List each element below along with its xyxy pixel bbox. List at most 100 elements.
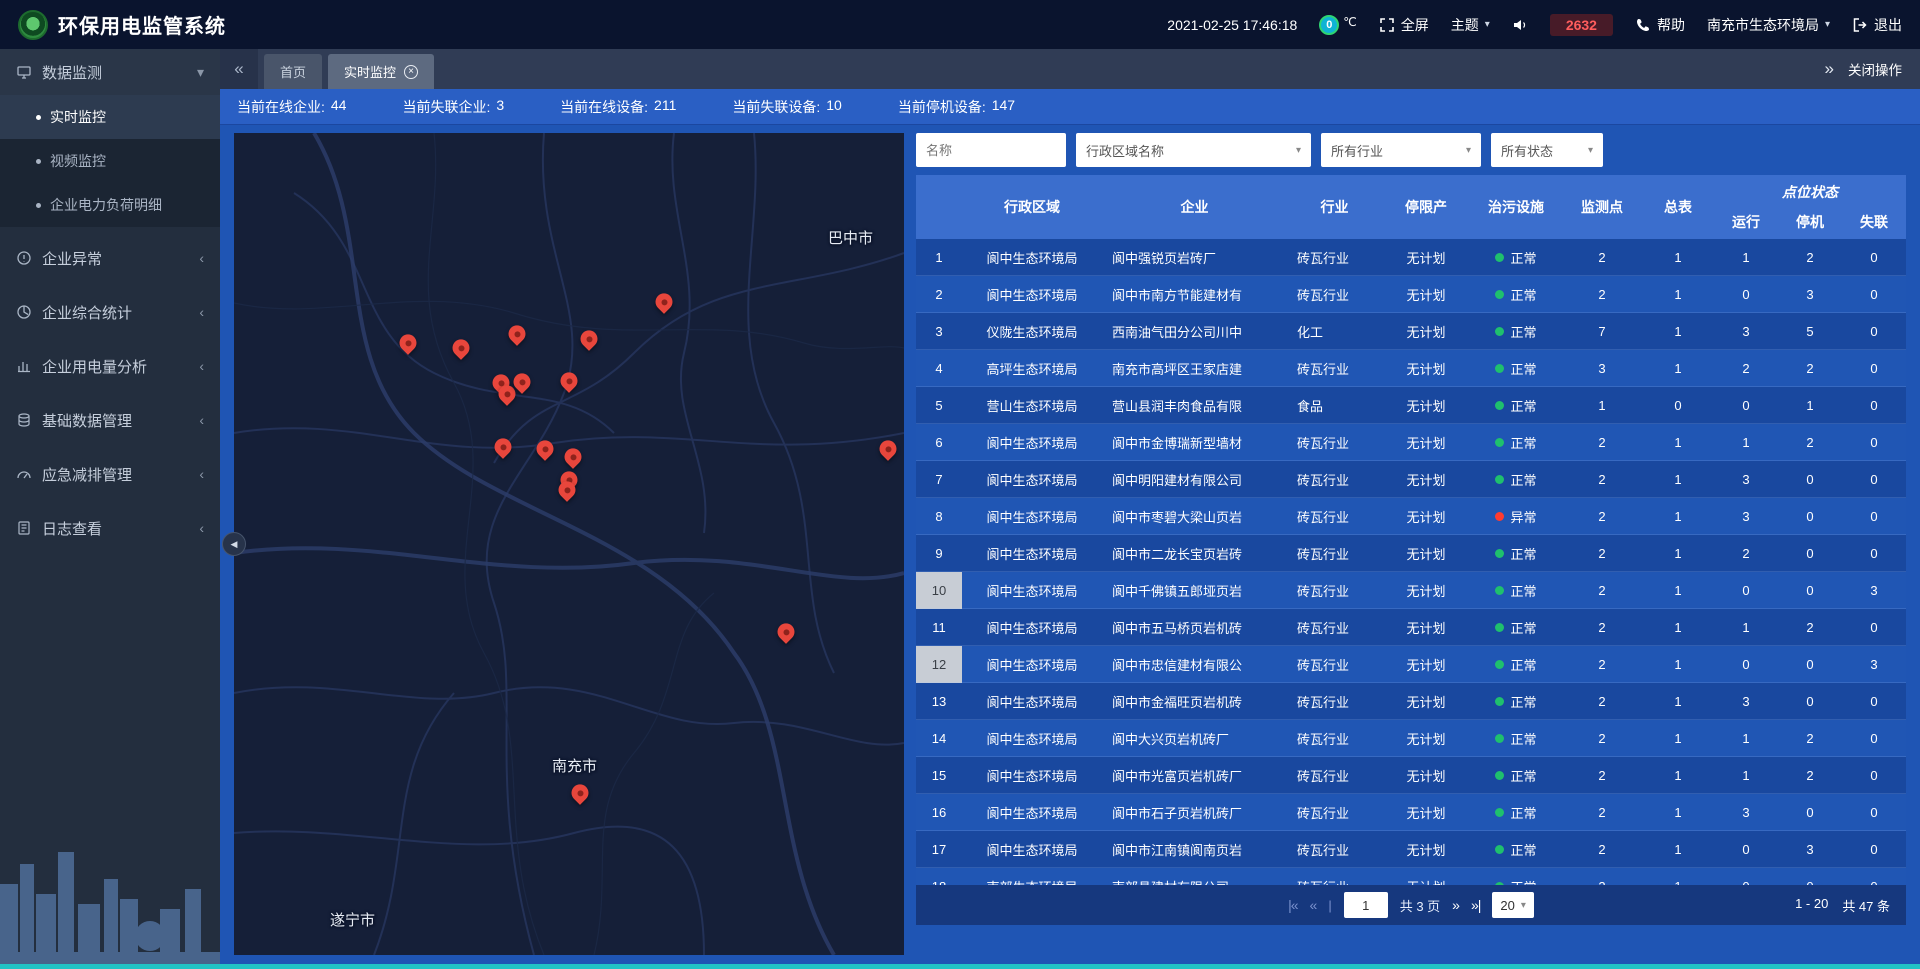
map-pin-icon[interactable]	[537, 440, 554, 457]
map-pin-icon[interactable]	[778, 623, 795, 640]
industry-cell: 砖瓦行业	[1287, 831, 1382, 868]
table-row[interactable]: 4 高坪生态环境局 南充市高坪区王家店建 砖瓦行业 无计划 正常	[916, 350, 1906, 387]
total-meter-cell: 1	[1642, 239, 1714, 276]
table-row[interactable]: 3 仪陇生态环境局 西南油气田分公司川中 化工 无计划 正常	[916, 313, 1906, 350]
next-page-button[interactable]: »	[1452, 897, 1459, 913]
prev-page-button[interactable]: «	[1310, 897, 1317, 913]
help-button[interactable]: 帮助	[1635, 15, 1685, 35]
table-row[interactable]: 7 阆中生态环境局 阆中明阳建材有限公司 砖瓦行业 无计划 正常	[916, 461, 1906, 498]
industry-select[interactable]: 所有行业 ▾	[1321, 133, 1481, 167]
tab-realtime-monitor[interactable]: 实时监控 ×	[328, 54, 434, 89]
sidebar-item-power-load-detail[interactable]: 企业电力负荷明细	[0, 183, 220, 227]
fullscreen-button[interactable]: 全屏	[1379, 15, 1429, 35]
current-page-input[interactable]: 1	[1344, 892, 1388, 918]
company-table: 行政区域 企业 行业 停限产 治污设施 监测点 总表 点位状态 运行	[916, 175, 1906, 885]
status-select[interactable]: 所有状态 ▾	[1491, 133, 1603, 167]
company-cell: 阆中市光富页岩机砖厂	[1102, 757, 1287, 794]
facility-status-cell: 正常	[1470, 646, 1562, 683]
table-row[interactable]: 8 阆中生态环境局 阆中市枣碧大梁山页岩 砖瓦行业 无计划 异常	[916, 498, 1906, 535]
sidebar-item-power-analysis[interactable]: 企业用电量分析 ‹	[0, 343, 220, 389]
close-operations-button[interactable]: 关闭操作	[1848, 59, 1902, 79]
table-row[interactable]: 2 阆中生态环境局 阆中市南方节能建材有 砖瓦行业 无计划 正常	[916, 276, 1906, 313]
map-pin-icon[interactable]	[400, 334, 417, 351]
chevron-down-icon: ▾	[1588, 145, 1593, 156]
map-pin-icon[interactable]	[565, 448, 582, 465]
sidebar-item-realtime-monitor[interactable]: 实时监控	[0, 95, 220, 139]
sidebar-item-log-view[interactable]: 日志查看 ‹	[0, 505, 220, 551]
map-collapse-toggle[interactable]: ◀	[222, 532, 246, 556]
sidebar-item-data-monitoring[interactable]: 数据监测 ▾	[0, 49, 220, 95]
map-pin-icon[interactable]	[656, 293, 673, 310]
last-page-button[interactable]: »|	[1471, 897, 1480, 913]
status-label: 正常	[1510, 396, 1536, 415]
table-row[interactable]: 16 阆中生态环境局 阆中市石子页岩机砖厂 砖瓦行业 无计划 正常	[916, 794, 1906, 831]
logout-button[interactable]: 退出	[1852, 15, 1902, 35]
row-number-cell: 9	[916, 535, 962, 572]
table-row[interactable]: 1 阆中生态环境局 阆中强锐页岩砖厂 砖瓦行业 无计划 正常	[916, 239, 1906, 276]
map-pin-icon[interactable]	[581, 330, 598, 347]
map-pin-icon[interactable]	[572, 784, 589, 801]
region-cell: 仪陇生态环境局	[962, 313, 1102, 350]
map-pin-icon[interactable]	[561, 372, 578, 389]
page-size-select[interactable]: 20 ▾	[1492, 892, 1534, 918]
region-cell: 南部生态环境局	[962, 868, 1102, 885]
col-stopped: 停机	[1778, 205, 1842, 239]
close-tab-icon[interactable]: ×	[404, 65, 418, 79]
status-dot-icon	[1495, 771, 1504, 780]
table-row[interactable]: 10 阆中生态环境局 阆中千佛镇五郎垭页岩 砖瓦行业 无计划 正常	[916, 572, 1906, 609]
table-row[interactable]: 18 南部生态环境局 南部县建材有限公司 砖瓦行业 无计划 正常	[916, 868, 1906, 885]
table-row[interactable]: 6 阆中生态环境局 阆中市金博瑞新型墙材 砖瓦行业 无计划 正常	[916, 424, 1906, 461]
map-pin-icon[interactable]	[509, 325, 526, 342]
chevron-left-icon: ‹	[199, 466, 204, 482]
map-pin-icon[interactable]	[559, 481, 576, 498]
first-page-button[interactable]: |«	[1288, 897, 1297, 913]
map-pin-icon[interactable]	[453, 339, 470, 356]
table-row[interactable]: 17 阆中生态环境局 阆中市江南镇阆南页岩 砖瓦行业 无计划 正常	[916, 831, 1906, 868]
tabs-scroll-left-button[interactable]: «	[220, 49, 258, 89]
table-row[interactable]: 11 阆中生态环境局 阆中市五马桥页岩机砖 砖瓦行业 无计划 正常	[916, 609, 1906, 646]
region-select-value: 行政区域名称	[1086, 141, 1164, 160]
status-label: 正常	[1510, 470, 1536, 489]
col-point-status: 点位状态	[1714, 175, 1906, 205]
chevron-down-icon: ▾	[1296, 145, 1301, 156]
stat-label: 当前失联企业:	[402, 97, 490, 117]
notice-count-badge[interactable]: 2632	[1550, 14, 1613, 36]
status-dot-icon	[1495, 253, 1504, 262]
theme-dropdown[interactable]: 主题 ▾	[1451, 15, 1490, 35]
sidebar-item-video-monitor[interactable]: 视频监控	[0, 139, 220, 183]
map-panel[interactable]: 巴中市 南充市 遂宁市	[234, 133, 904, 955]
table-row[interactable]: 9 阆中生态环境局 阆中市二龙长宝页岩砖 砖瓦行业 无计划 正常	[916, 535, 1906, 572]
map-pin-icon[interactable]	[880, 440, 897, 457]
table-row[interactable]: 5 营山生态环境局 营山县润丰肉食品有限 食品 无计划 正常	[916, 387, 1906, 424]
map-pin-icon[interactable]	[495, 438, 512, 455]
monitor-points-cell: 2	[1562, 794, 1642, 831]
table-row[interactable]: 15 阆中生态环境局 阆中市光富页岩机砖厂 砖瓦行业 无计划 正常	[916, 757, 1906, 794]
monitor-points-cell: 2	[1562, 461, 1642, 498]
row-number-cell: 3	[916, 313, 962, 350]
table-row[interactable]: 12 阆中生态环境局 阆中市忠信建材有限公 砖瓦行业 无计划 正常	[916, 646, 1906, 683]
facility-status-cell: 异常	[1470, 498, 1562, 535]
sidebar-item-emergency-reduction[interactable]: 应急减排管理 ‹	[0, 451, 220, 497]
monitor-points-cell: 2	[1562, 572, 1642, 609]
total-meter-cell: 1	[1642, 646, 1714, 683]
announcement-button[interactable]	[1512, 17, 1528, 33]
sidebar-item-company-abnormal[interactable]: 企业异常 ‹	[0, 235, 220, 281]
map-pin-icon[interactable]	[514, 373, 531, 390]
stat-label: 当前在线企业:	[237, 97, 325, 117]
table-row[interactable]: 14 阆中生态环境局 阆中大兴页岩机砖厂 砖瓦行业 无计划 正常	[916, 720, 1906, 757]
temperature-unit: ℃	[1343, 15, 1356, 29]
org-dropdown[interactable]: 南充市生态环境局 ▾	[1707, 15, 1830, 35]
app-title: 环保用电监管系统	[58, 10, 226, 39]
stat-value: 211	[654, 97, 676, 117]
table-row[interactable]: 13 阆中生态环境局 阆中市金福旺页岩机砖 砖瓦行业 无计划 正常	[916, 683, 1906, 720]
sidebar-item-basic-data[interactable]: 基础数据管理 ‹	[0, 397, 220, 443]
sidebar-item-company-statistics[interactable]: 企业综合统计 ‹	[0, 289, 220, 335]
chevron-left-icon: ‹	[199, 412, 204, 428]
tabs-scroll-right-button[interactable]: »	[1825, 59, 1834, 79]
facility-status-cell: 正常	[1470, 757, 1562, 794]
tab-home[interactable]: 首页	[264, 54, 322, 89]
region-select[interactable]: 行政区域名称 ▾	[1076, 133, 1311, 167]
name-search-input[interactable]	[916, 133, 1066, 167]
stat-value: 10	[826, 97, 842, 117]
total-meter-cell: 1	[1642, 350, 1714, 387]
